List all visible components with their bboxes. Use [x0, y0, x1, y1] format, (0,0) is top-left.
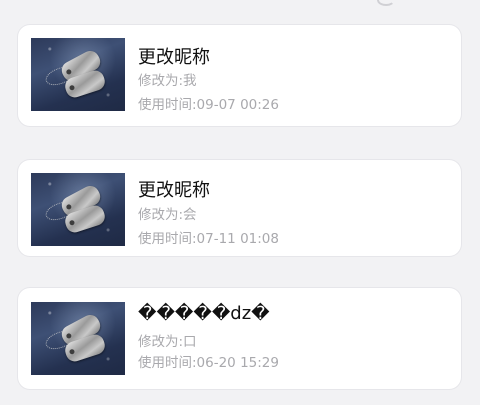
used-time-text: 使用时间:09-07 00:26: [138, 97, 279, 113]
used-time-text: 使用时间:07-11 01:08: [138, 231, 279, 247]
changed-to-text: 修改为:会: [138, 207, 197, 223]
record-card[interactable]: 更改昵称 修改为:我 使用时间:09-07 00:26: [18, 25, 461, 126]
record-title: �����dz�: [138, 303, 270, 324]
dog-tags-icon: [31, 173, 125, 246]
changed-to-text: 修改为:我: [138, 73, 197, 89]
record-title: 更改昵称: [138, 47, 210, 68]
record-card[interactable]: �����dz� 修改为:口 使用时间:06-20 15:29: [18, 288, 461, 389]
dog-tags-icon: [31, 38, 125, 111]
top-partial-icon: [377, 0, 395, 6]
changed-to-text: 修改为:口: [138, 334, 197, 350]
record-title: 更改昵称: [138, 180, 210, 201]
record-card[interactable]: 更改昵称 修改为:会 使用时间:07-11 01:08: [18, 160, 461, 256]
dog-tags-icon: [31, 302, 125, 375]
used-time-text: 使用时间:06-20 15:29: [138, 355, 279, 371]
